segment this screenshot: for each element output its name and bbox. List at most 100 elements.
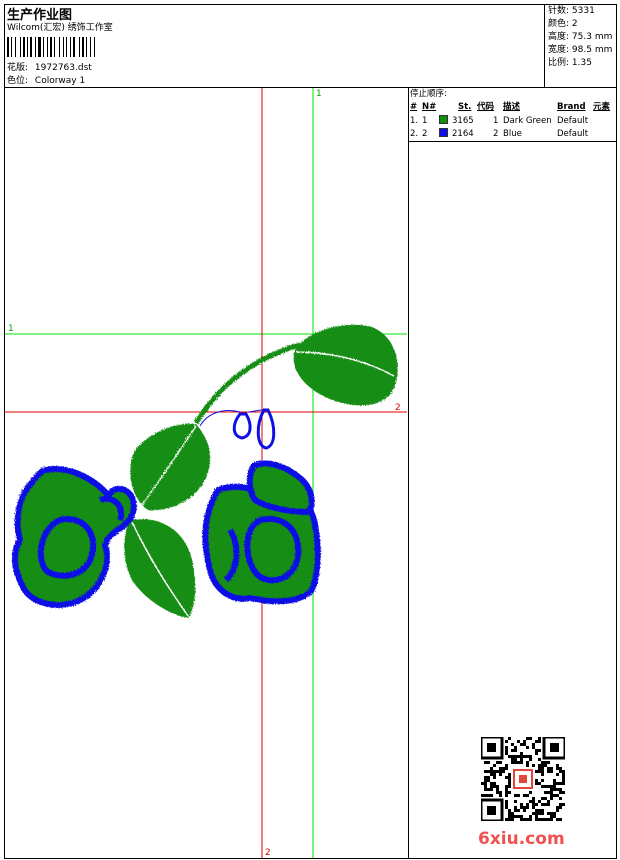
qr-module [538,782,541,785]
qr-module [559,791,562,794]
qr-module [505,752,508,755]
qr-module [511,812,514,815]
qr-module [532,743,535,746]
qr-module [559,770,562,773]
qr-module [544,785,547,788]
qr-module [559,788,562,791]
qr-module [523,806,526,809]
qr-module [508,782,511,785]
qr-module [544,761,547,764]
qr-module [559,818,562,821]
qr-module [490,785,493,788]
qr-module [538,809,541,812]
qr-module [544,791,547,794]
qr-module [520,743,523,746]
qr-module [508,755,511,758]
qr-module [487,761,490,764]
qr-module [526,746,529,749]
qr-module [496,785,499,788]
qr-module [484,785,487,788]
qr-module [490,770,493,773]
qr-module [505,749,508,752]
qr-module [508,776,511,779]
qr-module [502,770,505,773]
qr-module [487,770,490,773]
qr-module [487,788,490,791]
qr-module [550,797,553,800]
embroidery-design: 1 1 2 2 [5,88,407,858]
qr-module [562,782,565,785]
qr-module [508,809,511,812]
qr-module [484,794,487,797]
qr-module [562,776,565,779]
qr-module [496,788,499,791]
qr-module [541,770,544,773]
qr-module [490,782,493,785]
qr-module [499,791,502,794]
qr-module [496,761,499,764]
qr-module [505,818,508,821]
qr-module [514,806,517,809]
qr-module [484,776,487,779]
qr-module [547,785,550,788]
qr-module [505,791,508,794]
qr-module [520,752,523,755]
qr-module [547,812,550,815]
qr-module [526,794,529,797]
qr-module [508,815,511,818]
qr-module [547,761,550,764]
qr-module [529,755,532,758]
qr-module [493,782,496,785]
qr-module [508,818,511,821]
qr-module [523,740,526,743]
qr-module [550,788,553,791]
qr-module [502,767,505,770]
qr-module [553,815,556,818]
qr-module [493,764,496,767]
watermark-text: 6xiu.com [478,829,565,849]
qr-module [544,803,547,806]
qr-module [505,803,508,806]
right-flower-outline [202,460,321,605]
qr-module [520,806,523,809]
qr-module [517,794,520,797]
qr-module [511,815,514,818]
qr-module [490,794,493,797]
qr-module [481,794,484,797]
guide-label-red-horizontal: 2 [395,403,401,413]
qr-module [535,740,538,743]
qr-module [499,761,502,764]
qr-module [526,803,529,806]
qr-module [556,773,559,776]
qr-module [517,755,520,758]
qr-module [508,737,511,740]
qr-module [511,818,514,821]
qr-module [508,785,511,788]
qr-module [523,809,526,812]
qr-module [553,788,556,791]
qr-module [508,779,511,782]
qr-module [562,791,565,794]
qr-module [499,770,502,773]
qr-module [544,764,547,767]
qr-module [520,815,523,818]
qr-module [529,791,532,794]
qr-module [532,806,535,809]
qr-module [517,809,520,812]
qr-module [538,770,541,773]
qr-module [547,791,550,794]
qr-code [481,737,565,821]
qr-module [541,809,544,812]
qr-module [511,761,514,764]
qr-module [550,770,553,773]
qr-module [553,794,556,797]
guide-label-red-vertical: 2 [265,848,271,858]
qr-module [532,764,535,767]
leaf-top-right [293,324,398,406]
qr-module [520,818,523,821]
qr-module [541,764,544,767]
qr-module [535,752,538,755]
qr-module [559,803,562,806]
qr-module [556,794,559,797]
qr-module [532,812,535,815]
